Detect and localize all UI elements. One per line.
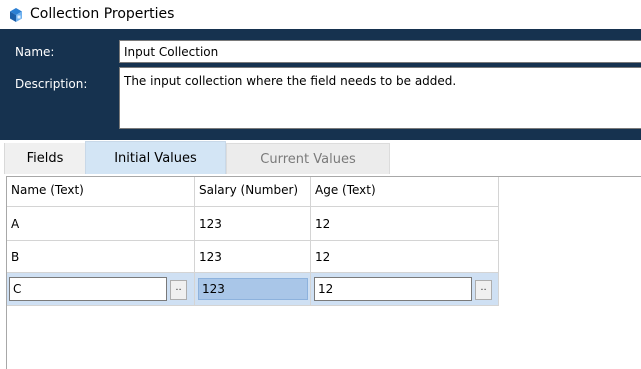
collection-icon xyxy=(8,7,24,23)
column-header-salary[interactable]: Salary (Number) xyxy=(195,177,311,207)
cell-salary[interactable]: 123 xyxy=(195,207,311,241)
cell-name[interactable]: B xyxy=(7,241,195,273)
window-title: Collection Properties xyxy=(30,6,175,22)
cell-age[interactable]: 12 xyxy=(311,207,499,241)
age-edit-field[interactable]: 12 xyxy=(314,277,472,301)
name-ellipsis-button[interactable]: .. xyxy=(170,280,187,300)
name-edit-field[interactable]: C xyxy=(9,277,167,301)
cell-salary[interactable]: 123 xyxy=(195,241,311,273)
cell-age[interactable]: 12 xyxy=(311,241,499,273)
name-field[interactable]: Input Collection xyxy=(119,40,641,63)
cell-name[interactable]: A xyxy=(7,207,195,241)
tab-fields[interactable]: Fields xyxy=(4,143,85,174)
age-ellipsis-button[interactable]: .. xyxy=(475,280,492,300)
name-label: Name: xyxy=(15,45,55,59)
description-field[interactable]: The input collection where the field nee… xyxy=(119,67,641,129)
tab-initial-values[interactable]: Initial Values xyxy=(85,141,226,174)
column-header-name[interactable]: Name (Text) xyxy=(7,177,195,207)
tab-current-values[interactable]: Current Values xyxy=(226,143,390,174)
column-header-age[interactable]: Age (Text) xyxy=(311,177,499,207)
description-label: Description: xyxy=(15,77,88,91)
salary-edit-field[interactable]: 123 xyxy=(198,278,308,300)
